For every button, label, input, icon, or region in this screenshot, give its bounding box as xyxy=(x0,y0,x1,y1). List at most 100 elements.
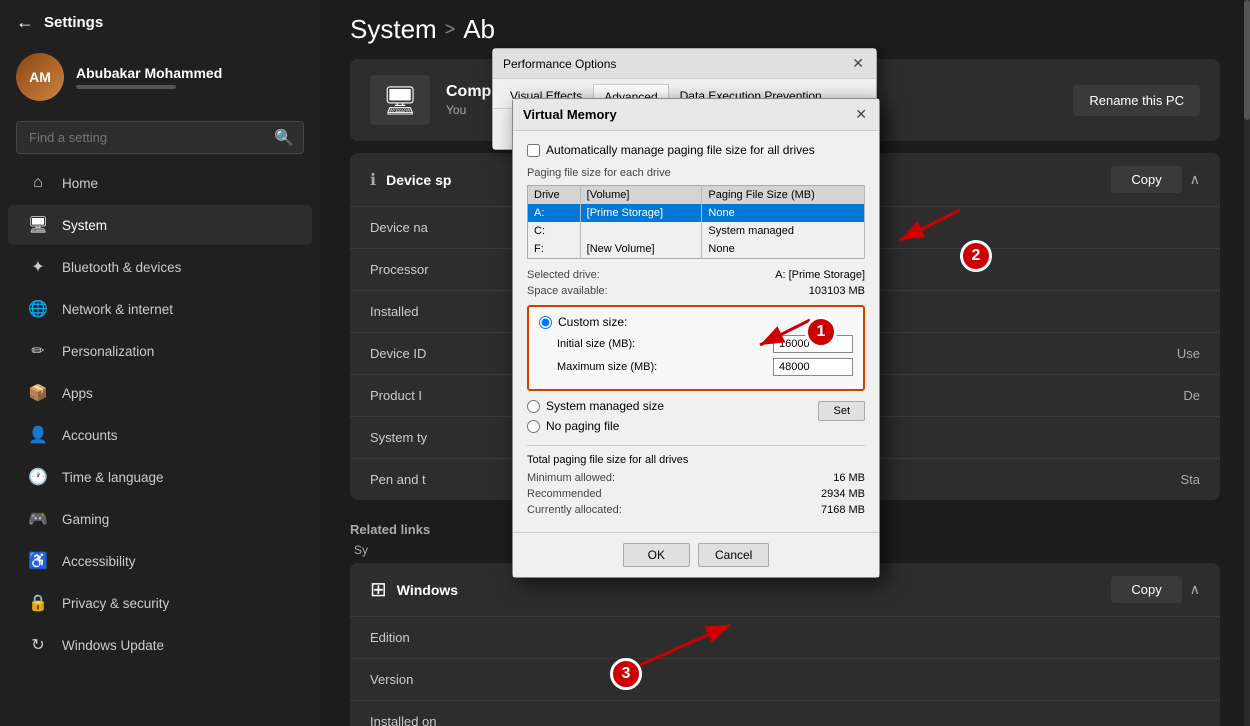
installed-on-row: Installed on xyxy=(350,701,1220,726)
drive-c-drive: C: xyxy=(528,222,581,240)
annotation-3: 3 xyxy=(610,658,642,690)
perf-dialog-close-button[interactable]: ✕ xyxy=(850,55,866,72)
vm-max-size-input[interactable] xyxy=(773,358,853,376)
breadcrumb-root: System xyxy=(350,14,437,45)
vm-min-allowed-row: Minimum allowed: 16 MB xyxy=(527,472,865,484)
sidebar-item-accessibility[interactable]: ♿ Accessibility xyxy=(8,541,312,581)
version-label: Version xyxy=(370,672,1188,687)
sidebar: ← Settings AM Abubakar Mohammed 🔍 ⌂ Home… xyxy=(0,0,320,726)
sidebar-header: ← Settings xyxy=(0,0,320,41)
vm-total-title: Total paging file size for all drives xyxy=(527,454,865,466)
drive-f-drive: F: xyxy=(528,240,581,259)
update-icon: ↻ xyxy=(28,635,48,655)
drive-a-volume: [Prime Storage] xyxy=(580,204,702,222)
drive-f-size: None xyxy=(702,240,865,259)
sidebar-item-label: Network & internet xyxy=(62,302,173,317)
drive-c-size: System managed xyxy=(702,222,865,240)
table-row[interactable]: F: [New Volume] None xyxy=(528,240,865,259)
vm-col-size: Paging File Size (MB) xyxy=(702,186,865,205)
info-icon: ℹ xyxy=(370,170,376,190)
table-row[interactable]: C: System managed xyxy=(528,222,865,240)
vm-custom-size-label: Custom size: xyxy=(558,315,627,329)
drive-c-volume xyxy=(580,222,702,240)
back-button[interactable]: ← xyxy=(16,12,34,33)
profile-info: Abubakar Mohammed xyxy=(76,65,222,89)
sidebar-item-privacy[interactable]: 🔒 Privacy & security xyxy=(8,583,312,623)
sidebar-item-label: Privacy & security xyxy=(62,596,169,611)
pc-details: Comp You xyxy=(446,83,491,117)
vm-recommended-label: Recommended xyxy=(527,488,602,500)
home-icon: ⌂ xyxy=(28,173,48,193)
sidebar-item-label: Windows Update xyxy=(62,638,164,653)
vm-current-alloc-row: Currently allocated: 7168 MB xyxy=(527,504,865,516)
sidebar-item-label: Gaming xyxy=(62,512,109,527)
accounts-icon: 👤 xyxy=(28,425,48,445)
profile-bar xyxy=(76,85,176,89)
perf-dialog-title-text: Performance Options xyxy=(503,57,616,71)
rename-pc-button[interactable]: Rename this PC xyxy=(1073,85,1200,116)
vm-close-button[interactable]: ✕ xyxy=(853,106,869,123)
vm-col-drive: Drive xyxy=(528,186,581,205)
pc-name: Comp xyxy=(446,83,491,101)
vm-system-managed-radio-row: System managed size xyxy=(527,399,664,413)
search-input[interactable] xyxy=(16,121,304,154)
sidebar-item-label: System xyxy=(62,218,107,233)
device-id-value: Use xyxy=(1177,346,1200,361)
sidebar-item-home[interactable]: ⌂ Home xyxy=(8,163,312,203)
sidebar-item-label: Apps xyxy=(62,386,93,401)
accessibility-icon: ♿ xyxy=(28,551,48,571)
annotation-1: 1 xyxy=(805,316,837,348)
edition-row: Edition xyxy=(350,617,1220,659)
space-available-label: Space available: xyxy=(527,285,608,297)
vm-table-section-label: Paging file size for each drive xyxy=(527,167,865,179)
expand-button-2[interactable]: ∧ xyxy=(1190,581,1200,598)
windows-spec-title: Windows xyxy=(397,582,458,598)
breadcrumb-child: Ab xyxy=(463,14,495,45)
vm-recommended-row: Recommended 2934 MB xyxy=(527,488,865,500)
sidebar-item-accounts[interactable]: 👤 Accounts xyxy=(8,415,312,455)
version-row: Version xyxy=(350,659,1220,701)
vm-current-alloc-label: Currently allocated: xyxy=(527,504,622,516)
expand-button-1[interactable]: ∧ xyxy=(1190,171,1200,188)
scrollbar-thumb[interactable] xyxy=(1244,0,1250,120)
pc-sub: You xyxy=(446,103,491,117)
sidebar-item-bluetooth[interactable]: ✦ Bluetooth & devices xyxy=(8,247,312,287)
sidebar-item-system[interactable]: 🖥 System xyxy=(8,205,312,245)
bluetooth-icon: ✦ xyxy=(28,257,48,277)
table-row[interactable]: A: [Prime Storage] None xyxy=(528,204,865,222)
time-icon: 🕐 xyxy=(28,467,48,487)
system-icon: 🖥 xyxy=(28,215,48,235)
sidebar-item-network[interactable]: 🌐 Network & internet xyxy=(8,289,312,329)
sidebar-item-label: Time & language xyxy=(62,470,164,485)
vm-drives-table: Drive [Volume] Paging File Size (MB) A: … xyxy=(527,185,865,259)
vm-ok-button[interactable]: OK xyxy=(623,543,690,567)
sidebar-item-gaming[interactable]: 🎮 Gaming xyxy=(8,499,312,539)
copy-button-1[interactable]: Copy xyxy=(1111,166,1181,193)
network-icon: 🌐 xyxy=(28,299,48,319)
sidebar-item-personalization[interactable]: ✏ Personalization xyxy=(8,331,312,371)
sidebar-title: Settings xyxy=(44,14,103,31)
vm-custom-size-radio[interactable] xyxy=(539,316,552,329)
installed-on-label: Installed on xyxy=(370,714,1188,726)
sidebar-item-apps[interactable]: 📦 Apps xyxy=(8,373,312,413)
breadcrumb-arrow: > xyxy=(445,19,456,40)
vm-no-paging-radio[interactable] xyxy=(527,420,540,433)
drive-a-size: None xyxy=(702,204,865,222)
product-id-value: De xyxy=(1183,388,1200,403)
vm-cancel-button[interactable]: Cancel xyxy=(698,543,769,567)
vm-auto-manage-checkbox[interactable] xyxy=(527,144,540,157)
sidebar-item-time[interactable]: 🕐 Time & language xyxy=(8,457,312,497)
profile-name: Abubakar Mohammed xyxy=(76,65,222,81)
scrollbar-track xyxy=(1244,0,1250,726)
selected-drive-label: Selected drive: xyxy=(527,269,600,281)
copy-button-2[interactable]: Copy xyxy=(1111,576,1181,603)
vm-recommended-value: 2934 MB xyxy=(821,488,865,500)
vm-max-size-row: Maximum size (MB): xyxy=(539,358,853,376)
vm-total-section: Total paging file size for all drives Mi… xyxy=(527,445,865,516)
vm-system-managed-radio[interactable] xyxy=(527,400,540,413)
sidebar-item-label: Accessibility xyxy=(62,554,136,569)
vm-set-button[interactable]: Set xyxy=(818,401,865,421)
sidebar-item-update[interactable]: ↻ Windows Update xyxy=(8,625,312,665)
vm-initial-size-label: Initial size (MB): xyxy=(557,338,635,350)
vm-auto-manage-label: Automatically manage paging file size fo… xyxy=(546,143,815,157)
